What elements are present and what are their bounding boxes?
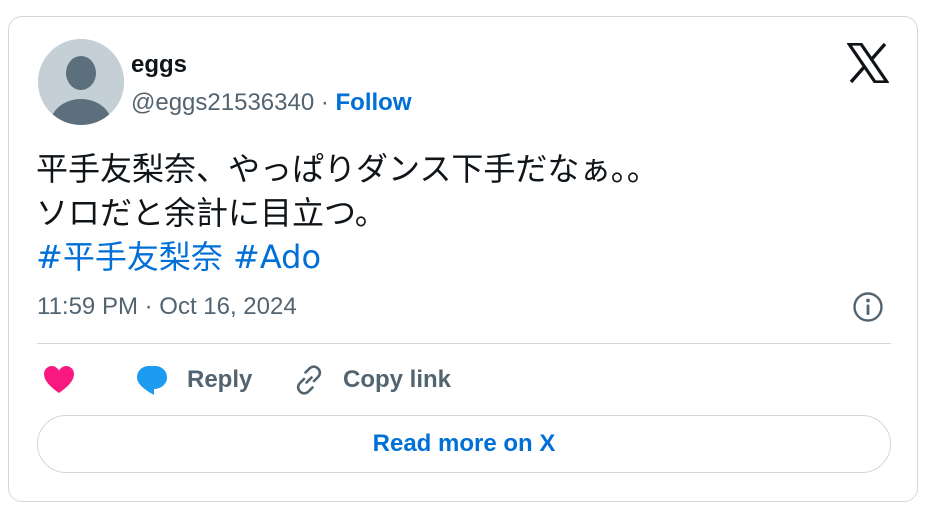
hashtag-link[interactable]: #平手友梨奈 [36, 238, 223, 276]
x-logo-icon[interactable] [847, 43, 889, 83]
tweet-hashtags: #平手友梨奈 #Ado [36, 235, 659, 279]
info-icon[interactable] [851, 290, 885, 324]
author-name[interactable]: eggs [131, 51, 187, 79]
reply-button[interactable]: Reply [135, 363, 252, 397]
tweet-text: 平手友梨奈、やっぱりダンス下手だなぁ。。 ソロだと余計に目立つ。 #平手友梨奈 … [36, 147, 659, 279]
link-icon [296, 365, 322, 395]
divider [37, 343, 891, 344]
hashtag-link[interactable]: #Ado [233, 238, 321, 276]
embedded-tweet-card: eggs @eggs21536340 · Follow 平手友梨奈、やっぱりダン… [8, 16, 918, 502]
like-button[interactable] [43, 363, 75, 397]
author-handle-row: @eggs21536340 · Follow [131, 89, 412, 117]
tweet-text-line-1: 平手友梨奈、やっぱりダンス下手だなぁ。。 [36, 150, 659, 188]
reply-label: Reply [187, 366, 253, 393]
author-handle[interactable]: @eggs21536340 [131, 89, 314, 116]
avatar[interactable] [38, 39, 124, 125]
tweet-text-line-2: ソロだと余計に目立つ。 [36, 194, 387, 232]
tweet-timestamp[interactable]: 11:59 PM · Oct 16, 2024 [37, 293, 297, 321]
handle-separator: · [314, 89, 336, 116]
read-more-on-x-button[interactable]: Read more on X [37, 415, 891, 473]
copy-link-button[interactable]: Copy link [293, 363, 451, 397]
speech-bubble-icon [137, 366, 167, 395]
heart-icon [44, 366, 74, 393]
default-avatar-icon [38, 39, 124, 125]
follow-button[interactable]: Follow [336, 89, 412, 116]
copy-link-label: Copy link [343, 366, 452, 393]
